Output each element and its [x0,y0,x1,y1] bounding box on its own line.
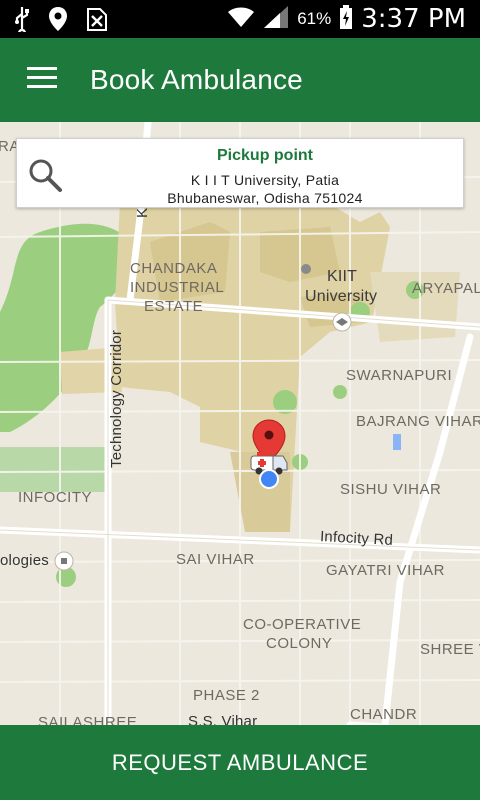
pickup-address-line2: Bhubaneswar, Odisha 751024 [167,190,363,206]
map-label: BAJRANG VIHAR [356,413,480,430]
status-bar-right: 61% 3:37 PM [227,2,466,36]
map-label: COLONY [266,635,333,652]
map-label: PHASE 2 [193,687,260,704]
request-ambulance-button[interactable]: REQUEST AMBULANCE [0,725,480,800]
map-label: KIIT [327,268,358,285]
status-bar-left-icons [14,6,108,38]
map-label: GAYATRI VIHAR [326,562,446,579]
map-label: SHREE V [420,641,480,658]
map-label: SISHU VIHAR [340,481,442,498]
page-title: Book Ambulance [90,64,303,95]
no-sim-icon [86,6,108,37]
map-label: SAI VIHAR [176,551,255,568]
pickup-search-box[interactable]: Pickup point K I I T University, Patia B… [16,138,464,208]
map-label: INFOCITY [18,489,92,506]
map-label: ARYAPALI [412,280,480,297]
hamburger-menu-icon [27,66,57,94]
usb-icon [14,6,30,38]
map-label: ESTATE [144,298,204,315]
map-label: CHANDR [350,706,418,723]
park-area [0,447,105,492]
location-icon [48,6,68,37]
signal-icon [263,5,289,34]
wifi-icon [227,5,255,34]
battery-percent: 61% [297,9,332,28]
clock: 3:37 PM [361,4,466,34]
menu-button[interactable] [0,38,84,122]
pickup-address-line1: K I I T University, Patia [190,172,340,188]
map-label: INDUSTRIAL [130,279,225,296]
map-label: CHANDAKA [130,260,218,277]
map-label: SWARNAPURI [346,367,453,384]
map-label: CO-OPERATIVE [243,616,362,633]
map-label: SAILASHREE [38,714,138,725]
pickup-title: Pickup point [217,147,313,164]
app-bar: Book Ambulance [0,38,480,122]
map-label: S.S. Vihar [188,713,258,725]
map-label: Technology Corridor [108,329,125,468]
east-road [381,333,474,725]
map-view[interactable]: RA Kiss CHANDAKA INDUSTRIAL ESTATE KIIT … [0,122,480,725]
status-bar: 61% 3:37 PM [0,0,480,38]
map-label: ologies [0,552,49,569]
battery-charging-icon [339,4,353,35]
map-label: University [305,288,378,305]
